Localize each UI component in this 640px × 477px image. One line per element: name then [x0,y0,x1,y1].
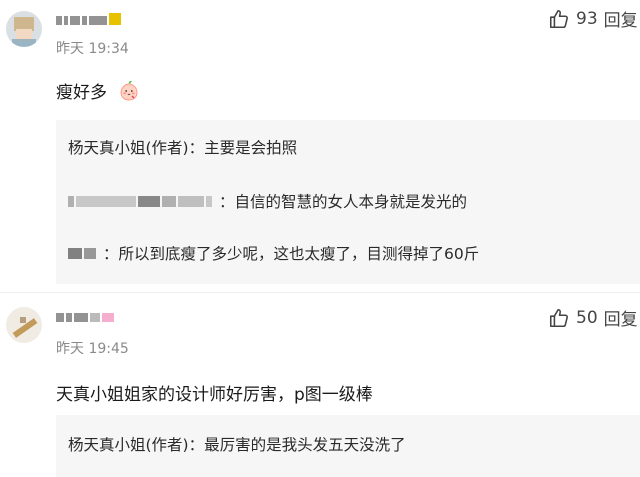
like-button[interactable]: 50 回复 [548,305,638,330]
reply-item: 杨天真小姐(作者)：最厉害的是我头发五天没洗了 [68,433,406,455]
like-button[interactable]: 93 回复 [548,6,638,31]
comment-text-content: 瘦好多 [56,83,107,103]
peach-face-emoji [118,80,140,102]
like-count: 93 [576,8,598,29]
reply-separator: ： [188,436,205,454]
reply-item: ：自信的智慧的女人本身就是发光的 [68,190,467,212]
thumbs-up-icon [549,9,568,28]
comment-time: 昨天 19:45 [56,341,129,357]
reply-separator: ： [188,139,205,157]
username-blurred[interactable] [56,10,130,28]
reply-button[interactable]: 回复 [604,305,638,330]
comment-text: 天真小姐姐家的设计师好厉害，p图一级棒 [56,385,373,405]
reply-item: ：所以到底瘦了多少呢，这也太瘦了，目测得掉了60斤 [68,242,479,264]
reply-author[interactable]: 杨天真小姐(作者) [68,436,189,454]
reply-text: 自信的智慧的女人本身就是发光的 [234,193,467,211]
reply-text: 所以到底瘦了多少呢，这也太瘦了，目测得掉了60斤 [118,245,480,263]
reply-author[interactable]: 杨天真小姐(作者) [68,139,189,157]
reply-separator: ： [218,193,235,211]
reply-author-blurred[interactable] [68,193,219,211]
avatar[interactable] [6,307,42,343]
reply-list: 杨天真小姐(作者)：最厉害的是我头发五天没洗了 [56,415,640,477]
reply-list: 杨天真小姐(作者)：主要是会拍照 ：自信的智慧的女人本身就是发光的 ：所以到底瘦… [56,120,640,284]
comment-item: 昨天 19:34 93 回复 瘦好多 杨天真小姐(作者)：主要是会拍照 ：自信的… [0,0,640,292]
username-blurred[interactable] [56,307,130,325]
reply-item: 杨天真小姐(作者)：主要是会拍照 [68,136,297,158]
reply-author-blurred[interactable] [68,245,103,263]
comment-text: 瘦好多 [56,78,140,103]
reply-text: 最厉害的是我头发五天没洗了 [204,436,406,454]
thumbs-up-icon [549,308,568,327]
avatar[interactable] [6,11,42,47]
comment-time: 昨天 19:34 [56,41,129,57]
reply-button[interactable]: 回复 [604,6,638,31]
reply-text: 主要是会拍照 [204,139,298,157]
like-count: 50 [576,307,598,328]
reply-separator: ： [102,245,119,263]
comment-item: 昨天 19:45 50 回复 天真小姐姐家的设计师好厉害，p图一级棒 杨天真小姐… [0,292,640,477]
